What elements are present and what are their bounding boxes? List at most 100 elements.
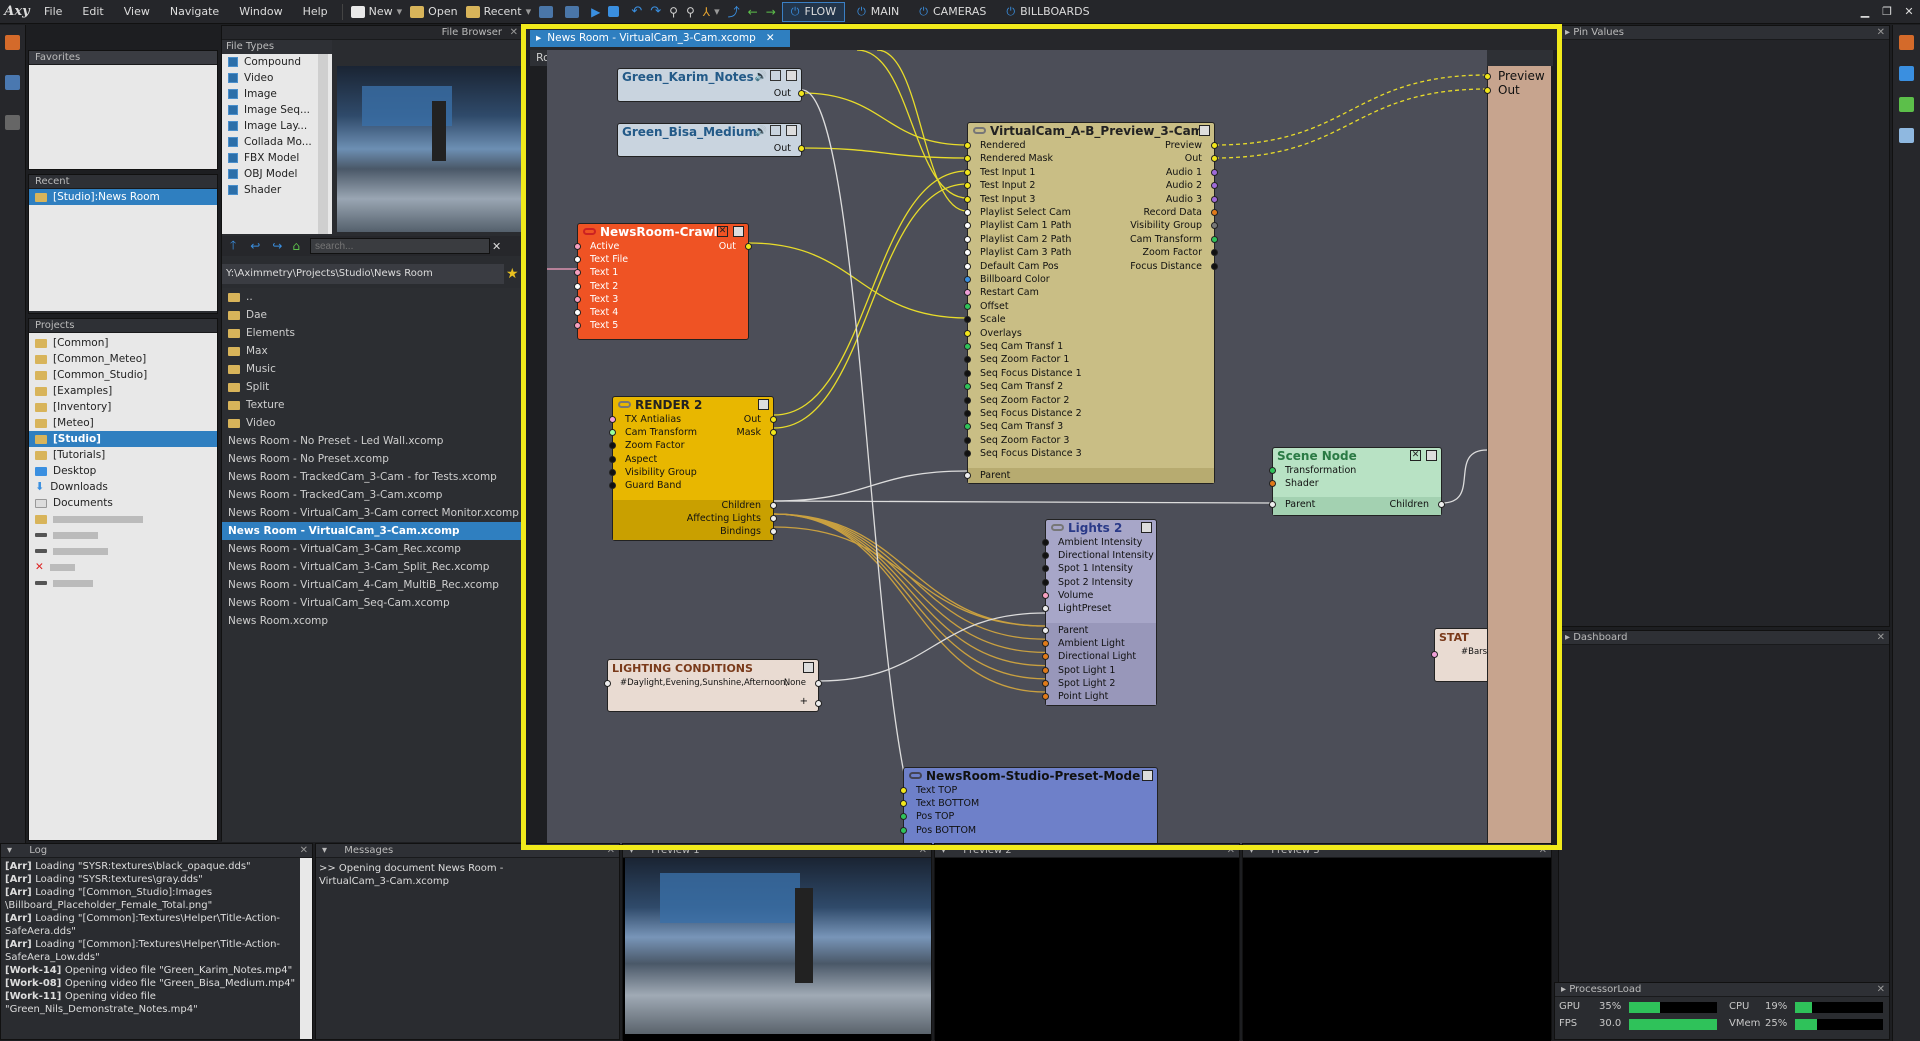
clear-search-icon[interactable]: ✕ [492,240,501,253]
pin-dot[interactable] [964,396,971,404]
pin-dot[interactable] [964,316,971,324]
file-item[interactable]: News Room - VirtualCam_3-Cam_Rec.xcomp [222,540,524,558]
node-menu-icon[interactable] [786,125,797,136]
new-button[interactable]: New ▾ [347,0,407,24]
pin-dot[interactable] [609,429,616,437]
pin-dot[interactable] [574,282,581,290]
file-item-selected[interactable]: News Room - VirtualCam_3-Cam.xcomp [222,522,524,540]
drive-item-blurred[interactable] [29,575,217,591]
pin-dot[interactable] [1211,168,1218,176]
layers-tool-icon[interactable] [1899,97,1914,112]
pin-dot[interactable] [964,472,971,479]
pin-dot[interactable] [964,209,971,216]
node-render-2[interactable]: RENDER 2 TX Antialias Cam Transform Zoom F… [609,396,777,541]
file-type-obj[interactable]: OBJ Model [222,166,332,182]
node-menu-icon[interactable] [1142,770,1153,781]
project-item-blurred[interactable] [29,511,217,527]
pin-dot[interactable] [609,455,616,463]
pin-dot[interactable] [1042,693,1049,700]
pin-dot[interactable] [964,195,971,203]
project-item-meteo[interactable]: [Meteo] [29,415,217,431]
back-icon[interactable]: ↩ [250,239,260,253]
pin-dot[interactable] [1042,591,1049,599]
checkbox[interactable] [228,169,238,179]
node-menu-icon[interactable] [803,662,814,673]
path-field[interactable]: Y:\Aximmetry\Projects\Studio\News Room [222,264,504,284]
project-item-common[interactable]: [Common] [29,335,217,351]
file-type-image-seq[interactable]: Image Seq... [222,102,332,118]
add-icon[interactable]: + [800,696,808,707]
close-box-icon[interactable]: ✕ [717,226,728,237]
folder-item[interactable]: Music [222,360,524,378]
redo-button[interactable]: ↷ [646,0,665,24]
open-button[interactable]: Open [406,0,461,24]
pin-dot[interactable] [574,295,581,303]
forward-button[interactable]: → [762,0,780,24]
close-icon[interactable]: ✕ [1227,844,1235,857]
file-item[interactable]: News Room - TrackedCam_3-Cam - for Tests… [222,468,524,486]
close-icon[interactable]: ✕ [1539,844,1547,857]
folder-item[interactable]: Elements [222,324,524,342]
pin-dot[interactable] [1042,539,1049,546]
eye-tool-icon[interactable] [1899,66,1914,81]
pin-dot[interactable] [964,289,971,297]
menu-view[interactable]: View [114,0,160,24]
file-item[interactable]: News Room - No Preset.xcomp [222,450,524,468]
file-type-video[interactable]: Video [222,70,332,86]
forward-icon[interactable]: ↪ [272,239,282,253]
pin-dot[interactable] [574,256,581,264]
checkbox[interactable] [228,57,238,67]
close-icon[interactable]: ✕ [300,844,308,857]
compound-tool-icon[interactable] [1899,35,1914,50]
node-menu-icon[interactable] [758,399,769,410]
pin-dot[interactable] [964,329,971,337]
file-type-image-layer[interactable]: Image Lay... [222,118,332,134]
folder-item[interactable]: Max [222,342,524,360]
folder-item[interactable]: Split [222,378,524,396]
pin-dot[interactable] [900,826,907,834]
file-item[interactable]: News Room - VirtualCam_Seq-Cam.xcomp [222,594,524,612]
close-icon[interactable]: ✕ [1877,631,1885,644]
pin-dot[interactable] [1042,552,1049,560]
pin-dot[interactable] [609,442,616,450]
file-type-shader[interactable]: Shader [222,182,332,198]
zoom-in-button[interactable]: ⚲ [665,0,682,24]
pin-dot[interactable] [1211,142,1218,149]
pin-dot[interactable] [1269,480,1276,488]
pin-dot[interactable] [900,800,907,808]
checkbox[interactable] [228,121,238,131]
pin-dot[interactable] [1211,195,1218,203]
pin-dot[interactable] [604,680,611,687]
node-menu-icon[interactable] [1141,522,1152,533]
pin-dot[interactable] [1211,209,1218,216]
pin-dot[interactable] [964,369,971,377]
project-item-downloads[interactable]: ⬇ Downloads [29,479,217,495]
close-button[interactable]: ✕ [1898,5,1920,18]
folder-item[interactable]: Dae [222,306,524,324]
menu-file[interactable]: File [34,0,72,24]
node-menu-icon[interactable] [1199,125,1210,136]
project-item-common-studio[interactable]: [Common_Studio] [29,367,217,383]
pin-dot[interactable] [770,502,777,509]
close-icon[interactable]: ✕ [919,844,927,857]
close-icon[interactable]: ✕ [607,844,615,857]
pin-dot[interactable] [574,243,581,250]
pin-dot[interactable] [1438,501,1445,508]
pin-dot[interactable] [1042,565,1049,573]
pin-dot[interactable] [964,142,971,149]
run-button[interactable]: ▶ [587,0,604,24]
close-box-icon[interactable]: ✕ [1410,450,1421,461]
node-green-bisa-medium[interactable]: Green_Bisa_Medium 🔊 Out [617,123,805,157]
node-green-karim-notes[interactable]: Green_Karim_Notes 🔊 Out [617,68,805,102]
checkbox[interactable] [228,185,238,195]
file-item[interactable]: News Room.xcomp [222,612,524,630]
menu-help[interactable]: Help [293,0,338,24]
pin-dot[interactable] [770,416,777,423]
axis-button[interactable]: ⅄ ▾ [699,0,724,24]
file-item[interactable]: News Room - VirtualCam_4-Cam_MultiB_Rec.… [222,576,524,594]
file-item[interactable]: News Room - VirtualCam_3-Cam correct Mon… [222,504,524,522]
editor-tab[interactable]: ▸ News Room - VirtualCam_3-Cam.xcomp ✕ [530,30,790,47]
pin-dot[interactable] [1211,262,1218,270]
file-type-image[interactable]: Image [222,86,332,102]
pin-dot[interactable] [900,787,907,794]
